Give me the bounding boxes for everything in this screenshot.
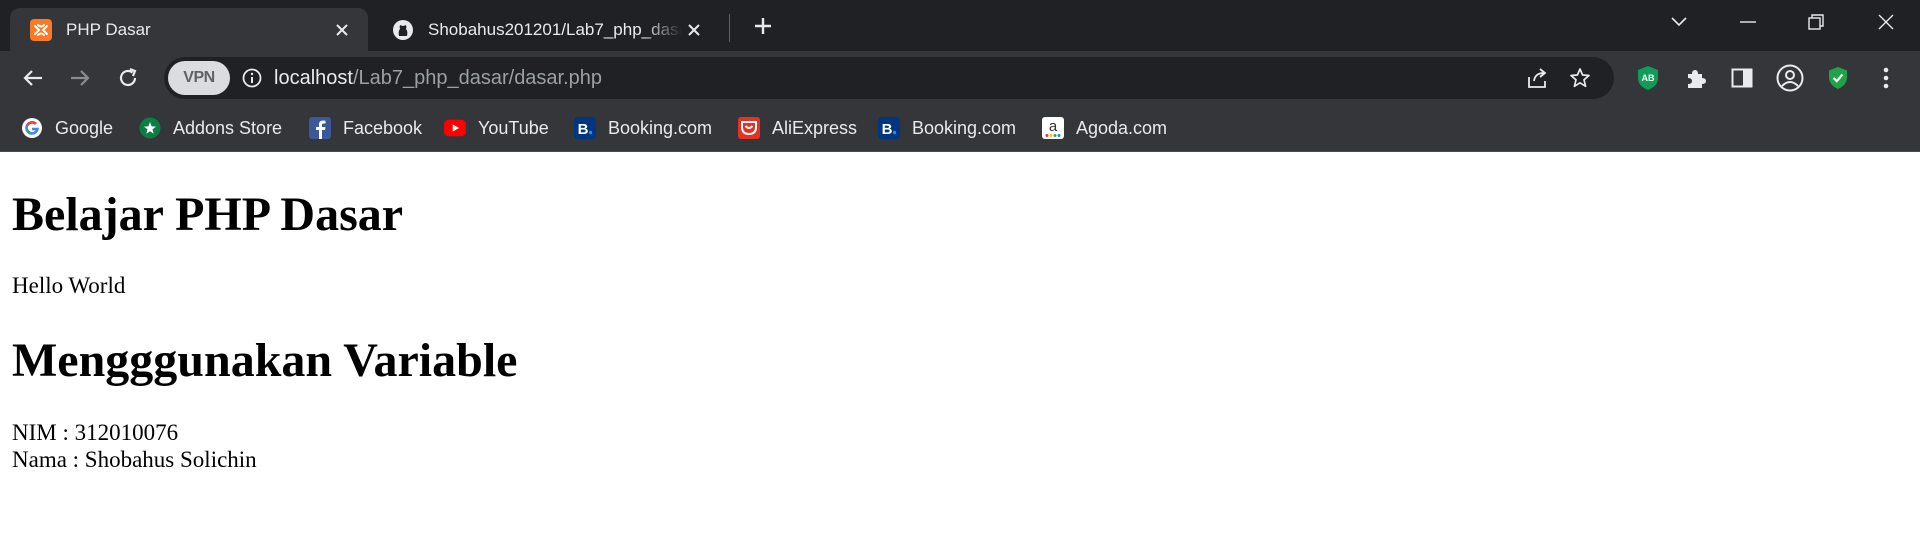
tab-strip: PHP Dasar Shobahus201201/Lab7_php_dasar [0,0,1920,51]
hello-text: Hello World [12,273,126,298]
star-icon[interactable] [1568,66,1592,90]
extensions-button[interactable] [1682,64,1710,92]
bookmark-label: Addons Store [173,117,283,138]
tab-search-button[interactable] [1651,0,1707,44]
svg-text:B: B [578,121,589,138]
bookmark-booking-2[interactable]: B Booking.com [878,113,1016,143]
address-bar[interactable]: VPN localhost/Lab7_php_dasar/dasar.php [164,57,1614,99]
svg-text:B: B [882,121,893,138]
reload-icon [119,67,137,87]
bookmark-label: YouTube [478,117,549,138]
bookmark-label: Google [55,117,114,138]
shield-check-icon [1829,67,1847,89]
bookmark-label: Agoda.com [1076,117,1168,138]
page-content: Belajar PHP Dasar Hello World Mengggunak… [0,153,1920,544]
menu-button[interactable] [1872,64,1900,92]
arrow-right-icon [71,70,90,86]
addons-store-icon [139,117,161,139]
url-path: /Lab7_php_dasar/dasar.php [352,67,603,89]
forward-button[interactable] [63,61,97,95]
tab-php-dasar[interactable]: PHP Dasar [10,8,368,51]
vpn-badge[interactable]: VPN [168,61,230,95]
minimize-button[interactable] [1720,0,1776,44]
security-extension-button[interactable] [1824,64,1852,92]
svg-text:a: a [1049,118,1058,135]
bookmark-addons-store[interactable]: Addons Store [139,113,282,143]
toolbar: VPN localhost/Lab7_php_dasar/dasar.php A… [0,51,1920,105]
nim-text: NIM : 312010076 [12,420,179,445]
booking-icon: B [574,117,596,139]
bookmark-label: Facebook [343,117,423,138]
kebab-menu-icon [1883,67,1889,89]
adblock-extension-button[interactable]: AB [1634,64,1662,92]
url-text[interactable]: localhost/Lab7_php_dasar/dasar.php [274,67,602,90]
plus-icon [755,18,771,34]
facebook-icon [309,117,331,139]
chevron-down-icon [1671,17,1687,27]
page-heading-belajar: Belajar PHP Dasar [12,188,404,241]
side-panel-button[interactable] [1728,64,1756,92]
nama-text: Nama : Shobahus Solichin [12,447,257,472]
agoda-icon: a [1042,117,1064,139]
bookmark-google[interactable]: Google [21,113,113,143]
close-tab-icon[interactable] [682,18,706,42]
tab-title: PHP Dasar [66,19,151,39]
tab-github[interactable]: Shobahus201201/Lab7_php_dasar [372,8,720,51]
youtube-icon [444,117,466,139]
vpn-label: VPN [183,69,215,86]
tab-title: Shobahus201201/Lab7_php_dasar [428,19,682,39]
minimize-icon [1740,21,1756,23]
restore-button[interactable] [1788,0,1844,44]
puzzle-icon [1688,70,1706,88]
xampp-icon [30,18,52,41]
bookmark-youtube[interactable]: YouTube [444,113,549,143]
bookmark-booking[interactable]: B Booking.com [574,113,712,143]
close-tab-icon[interactable] [330,18,354,42]
bookmark-label: AliExpress [772,117,858,138]
share-icon[interactable] [1526,66,1550,90]
adblock-label: AB [1642,73,1655,83]
tab-separator [729,14,730,42]
reload-button[interactable] [111,61,145,95]
arrow-left-icon [23,70,42,86]
url-host: localhost [274,67,353,89]
new-tab-button[interactable] [748,11,778,41]
adblock-icon: AB [1638,66,1658,90]
github-icon [392,19,414,41]
back-button[interactable] [16,61,50,95]
profile-button[interactable] [1776,64,1804,92]
close-icon [1878,14,1894,30]
google-icon [21,117,43,139]
bookmarks-bar: Google Addons Store Facebook YouTube B B… [0,105,1920,152]
info-icon[interactable] [242,68,262,88]
page-heading-variable: Mengggunakan Variable [12,334,518,387]
booking-icon: B [878,117,900,139]
bookmark-label: Booking.com [912,117,1017,138]
close-window-button[interactable] [1858,0,1914,44]
aliexpress-icon [738,117,760,139]
bookmark-agoda[interactable]: a Agoda.com [1042,113,1167,143]
bookmark-label: Booking.com [608,117,713,138]
restore-icon [1808,14,1824,30]
bookmark-facebook[interactable]: Facebook [309,113,422,143]
side-panel-icon [1731,68,1753,88]
avatar-icon [1776,64,1804,92]
bookmark-aliexpress[interactable]: AliExpress [738,113,857,143]
